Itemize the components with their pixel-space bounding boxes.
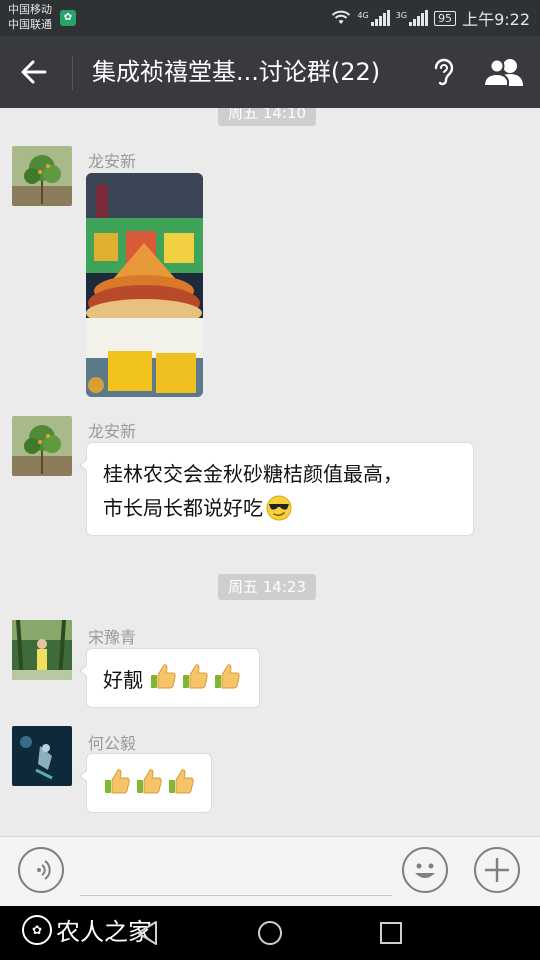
sender-name: 宋豫青 (88, 628, 137, 647)
group-members-button[interactable] (480, 54, 528, 90)
more-functions-button[interactable] (474, 847, 520, 893)
voice-toggle-button[interactable] (18, 847, 64, 893)
nav-recent-icon[interactable] (378, 920, 404, 946)
carrier-names: 中国移动 中国联通 (8, 2, 52, 32)
group-members-icon (483, 58, 523, 87)
system-nav-bar: ✿ 农人之家 (0, 906, 540, 960)
status-right: 4G 3G 95 上午9:22 (331, 7, 530, 29)
signal-1-icon: 4G (357, 10, 390, 26)
message-input[interactable] (80, 851, 392, 896)
input-bar (0, 836, 540, 907)
message-text: 好靓 (103, 667, 143, 692)
back-button[interactable] (14, 54, 54, 90)
watermark-logo-icon: ✿ (22, 914, 52, 945)
signal-1-tag: 4G (357, 11, 369, 20)
message-text: 桂林农交会金秋砂糖桔颜值最高， 市长局长都说好吃 (103, 457, 403, 525)
signal-2-tag: 3G (395, 11, 408, 20)
title-divider (72, 56, 73, 90)
message-bubble[interactable] (79, 753, 212, 813)
avatar-longanxin[interactable] (12, 146, 72, 206)
app-badge-icon: ✿ (60, 10, 76, 26)
message-content (103, 768, 195, 798)
message-line-1: 桂林农交会金秋砂糖桔颜值最高， (103, 462, 403, 486)
fruit-display-photo[interactable] (86, 173, 203, 397)
sunglasses-emoji-icon (266, 495, 292, 521)
message-bubble[interactable]: 好靓 (79, 648, 260, 708)
chat-title: 集成祯禧堂基...讨论群(22) (92, 58, 381, 86)
timestamp-2: 周五 14:23 (218, 574, 316, 600)
emoji-button[interactable] (402, 847, 448, 893)
carrier-1: 中国移动 (8, 3, 52, 16)
message-line-2: 市长局长都说好吃 (103, 496, 263, 520)
arrow-left-icon (21, 60, 47, 84)
signal-2-icon: 3G (395, 10, 429, 26)
chat-area[interactable]: 周五 14:10 龙安新 龙安新 桂林农交会金秋砂糖桔颜值最高， 市长局长都说好… (0, 108, 540, 836)
sender-name: 龙安新 (88, 152, 137, 171)
thumbs-up-icon (103, 767, 131, 800)
status-clock: 上午9:22 (462, 10, 530, 29)
avatar-songyuqing[interactable] (12, 620, 72, 680)
plus-icon (485, 858, 509, 882)
status-bar: 中国移动 中国联通 ✿ 4G 3G 95 上午9:22 (0, 0, 540, 36)
wifi-icon (332, 10, 351, 24)
sender-name: 何公毅 (88, 734, 137, 753)
thumbs-up-icon (135, 767, 163, 800)
thumbs-up-icon (149, 662, 177, 695)
ear-icon (434, 58, 454, 86)
nav-back-icon[interactable] (130, 918, 166, 948)
carrier-2: 中国联通 (8, 18, 52, 31)
message-content: 好靓 (103, 663, 241, 693)
battery-level: 95 (434, 10, 457, 26)
message-bubble[interactable]: 桂林农交会金秋砂糖桔颜值最高， 市长局长都说好吃 (79, 442, 474, 536)
title-bar: 集成祯禧堂基...讨论群(22) (0, 36, 540, 108)
sender-name: 龙安新 (88, 422, 137, 441)
thumbs-up-icon (213, 662, 241, 695)
thumbs-up-icon (167, 767, 195, 800)
thumbs-up-icon (181, 662, 209, 695)
avatar-longanxin[interactable] (12, 416, 72, 476)
earpiece-mode-button[interactable] (426, 54, 462, 90)
timestamp-1: 周五 14:10 (218, 108, 316, 126)
voice-icon (37, 860, 51, 880)
avatar-hegongyi[interactable] (12, 726, 72, 786)
nav-home-icon[interactable] (256, 919, 284, 947)
smiley-icon (415, 863, 435, 878)
